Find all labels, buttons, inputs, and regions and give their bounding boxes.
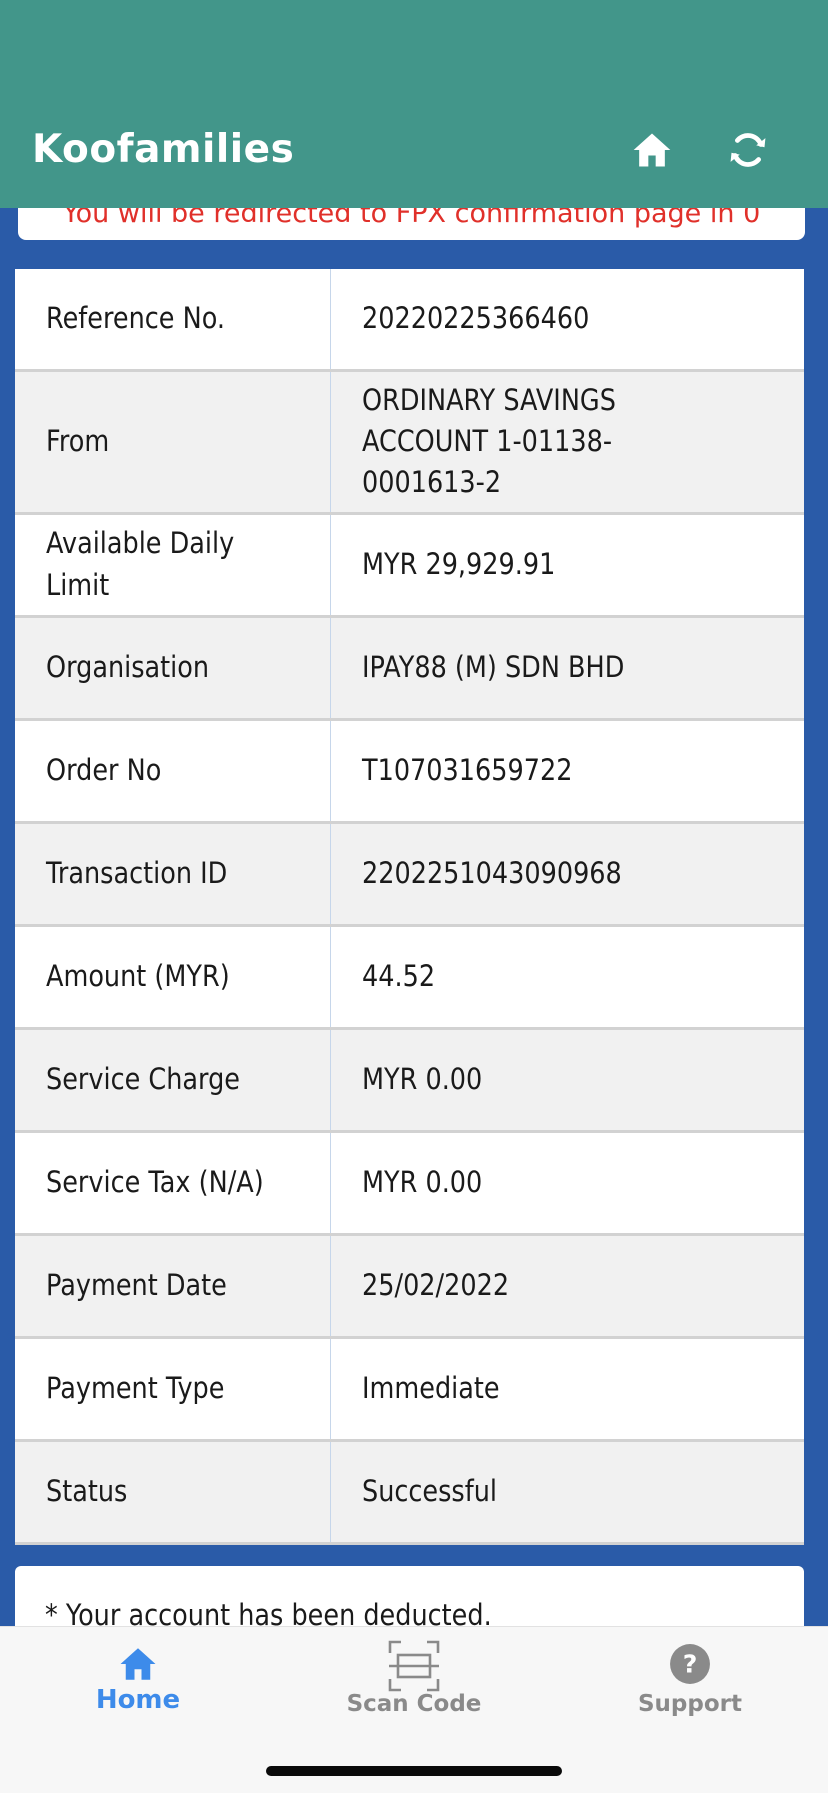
home-icon xyxy=(120,1648,156,1680)
row-value: ORDINARY SAVINGS ACCOUNT 1-01138-0001613… xyxy=(330,370,804,515)
scan-code-icon xyxy=(388,1640,440,1692)
row-label: Service Tax (N/A) xyxy=(15,1131,331,1236)
table-row: Payment Type Immediate xyxy=(15,1337,804,1442)
table-row: Available Daily Limit MYR 29,929.91 xyxy=(15,513,804,618)
tab-scan-code[interactable]: Scan Code xyxy=(276,1627,552,1747)
refresh-icon[interactable] xyxy=(726,128,770,172)
row-label: Amount (MYR) xyxy=(15,925,331,1030)
table-row: Organisation IPAY88 (M) SDN BHD xyxy=(15,616,804,721)
row-label: Payment Date xyxy=(15,1234,331,1339)
row-value: 44.52 xyxy=(330,925,804,1030)
tab-support-label: Support xyxy=(637,1691,742,1717)
table-row: Service Charge MYR 0.00 xyxy=(15,1028,804,1133)
row-value: 20220225366460 xyxy=(330,269,804,372)
row-value: MYR 29,929.91 xyxy=(330,513,804,618)
table-row: From ORDINARY SAVINGS ACCOUNT 1-01138-00… xyxy=(15,370,804,515)
row-label: Order No xyxy=(15,719,331,824)
row-label: Organisation xyxy=(15,616,331,721)
row-label: Status xyxy=(15,1440,331,1545)
row-label: Transaction ID xyxy=(15,822,331,927)
row-value: 25/02/2022 xyxy=(330,1234,804,1339)
row-value: IPAY88 (M) SDN BHD xyxy=(330,616,804,721)
row-value: Successful xyxy=(330,1440,804,1545)
row-value: Immediate xyxy=(330,1337,804,1442)
app-header: Koofamilies xyxy=(0,0,828,208)
row-label: Available Daily Limit xyxy=(15,513,331,618)
home-indicator xyxy=(266,1766,562,1776)
table-row: Status Successful xyxy=(15,1440,804,1545)
app-title: Koofamilies xyxy=(32,127,295,172)
tab-home-label: Home xyxy=(95,1685,181,1715)
table-row: Service Tax (N/A) MYR 0.00 xyxy=(15,1131,804,1236)
tab-scan-code-label: Scan Code xyxy=(346,1691,482,1717)
table-row: Reference No. 20220225366460 xyxy=(15,269,804,372)
row-label: Payment Type xyxy=(15,1337,331,1442)
home-icon[interactable] xyxy=(630,128,674,172)
tab-home[interactable]: Home xyxy=(0,1627,276,1747)
row-value: T107031659722 xyxy=(330,719,804,824)
tab-support[interactable]: ? Support xyxy=(552,1627,828,1747)
row-label: Reference No. xyxy=(15,269,331,372)
help-circle-icon: ? xyxy=(670,1644,710,1684)
row-value: 2202251043090968 xyxy=(330,822,804,927)
svg-text:?: ? xyxy=(683,1649,698,1678)
table-row: Order No T107031659722 xyxy=(15,719,804,824)
row-label: Service Charge xyxy=(15,1028,331,1133)
row-label: From xyxy=(15,370,331,515)
row-value: MYR 0.00 xyxy=(330,1131,804,1236)
table-row: Payment Date 25/02/2022 xyxy=(15,1234,804,1339)
table-row: Transaction ID 2202251043090968 xyxy=(15,822,804,927)
table-row: Amount (MYR) 44.52 xyxy=(15,925,804,1030)
row-value: MYR 0.00 xyxy=(330,1028,804,1133)
transaction-details-table: Reference No. 20220225366460 From ORDINA… xyxy=(15,269,804,1545)
